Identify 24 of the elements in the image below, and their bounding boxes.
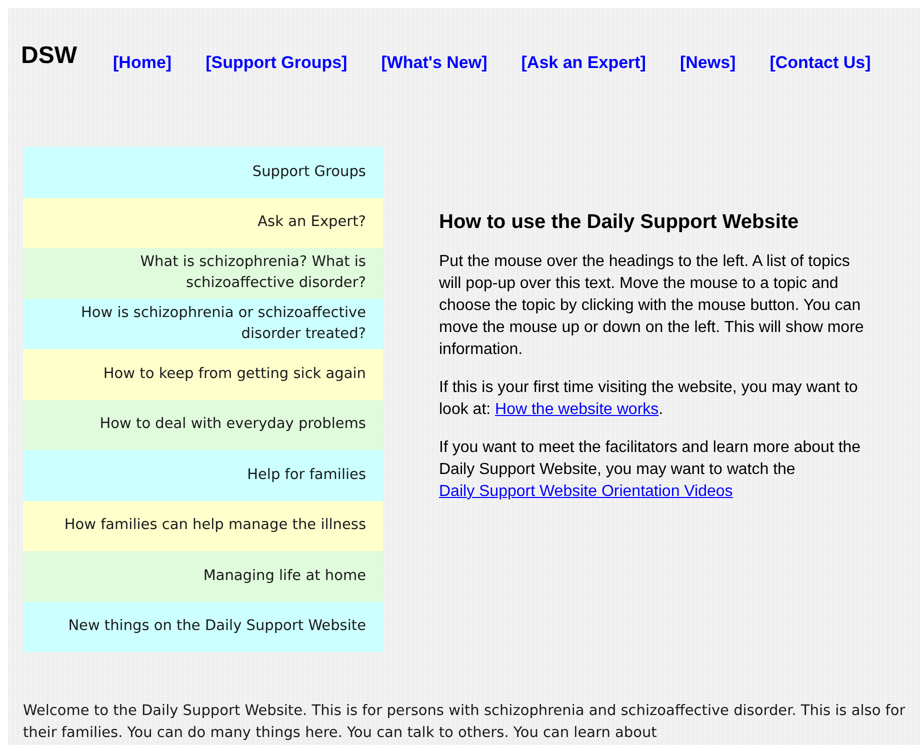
menu-item[interactable]: What is schizophrenia? What is schizoaffective disorder? [23, 248, 383, 298]
menu-item[interactable]: Managing life at home [23, 551, 383, 602]
nav-link[interactable]: [Support Groups] [206, 54, 348, 71]
menu-item[interactable]: Help for families [23, 450, 383, 500]
link[interactable]: How the website works [495, 401, 659, 418]
nav-link[interactable]: [Contact Us] [770, 54, 871, 71]
nav-link[interactable]: [Home] [113, 54, 172, 71]
content-heading: How to use the Daily Support Website [439, 211, 800, 233]
menu-item[interactable]: How families can help manage the illness [23, 500, 383, 551]
paragraph: If this is your first time visiting the website, you may want to look at: How the website works. [439, 378, 859, 420]
nav-link[interactable]: [News] [680, 54, 736, 71]
nav-link[interactable]: [Ask an Expert] [521, 54, 646, 71]
menu-item[interactable]: Support Groups [23, 147, 383, 198]
paragraph: If you want to meet the facilitators and learn more about the Daily Support Website, you may want to watch the Daily Support Website Orientation Videos [439, 438, 862, 502]
paragraph: Put the mouse over the headings to the left. A list of topics will pop-up over this text. Move the mouse to a topic and choose the topic by clicking with the mouse button. You can move the mouse up or down on the left. This will show more information. [439, 252, 865, 360]
menu-item[interactable]: How to deal with everyday problems [23, 400, 383, 450]
link[interactable]: Daily Support Website Orientation Videos [439, 483, 733, 500]
site-title: DSW [21, 44, 77, 68]
menu-item[interactable]: How to keep from getting sick again [23, 349, 383, 400]
menu-item[interactable]: How is schizophrenia or schizoaffective disorder treated? [23, 298, 383, 349]
welcome-text: Welcome to the Daily Support Website. This is for persons with schizophrenia and schizoaffective disorder. This is also for their families. You can do many things here. You can talk to others. You can learn about [22, 702, 906, 743]
menu-item[interactable]: Ask an Expert? [23, 198, 383, 248]
menu-item[interactable]: New things on the Daily Support Website [23, 602, 383, 652]
nav-link[interactable]: [What's New] [381, 54, 488, 71]
